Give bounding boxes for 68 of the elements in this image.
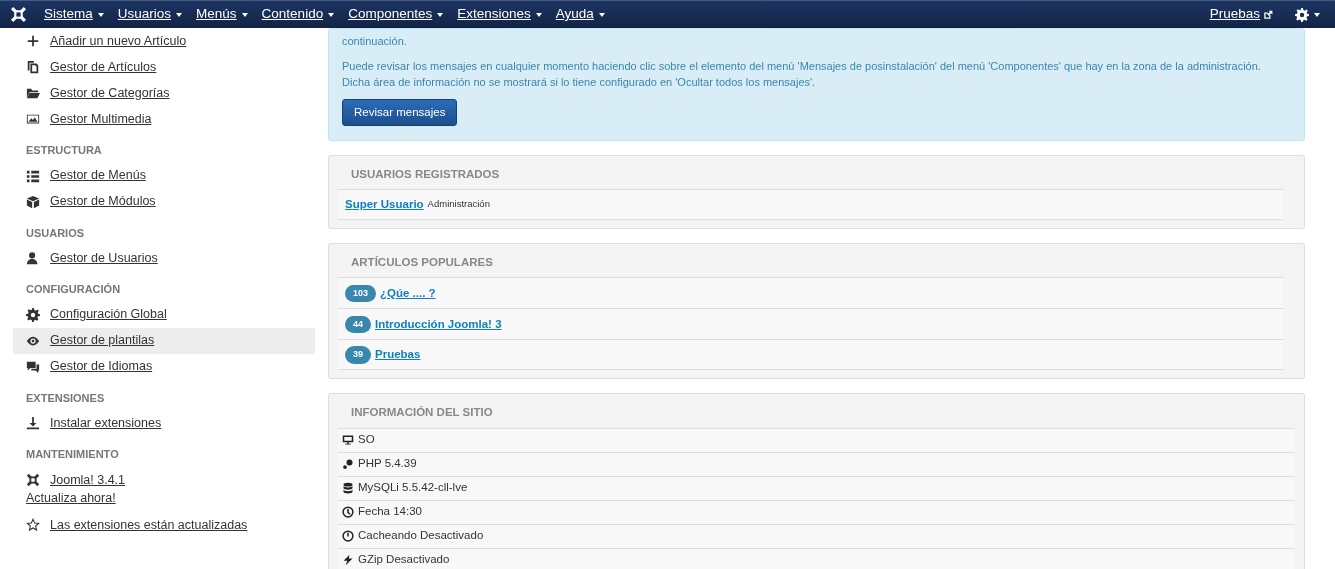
panel-title: ARTÍCULOS POPULARES (350, 255, 494, 270)
user-link[interactable]: Super Usuario (345, 195, 424, 214)
sidebar-item-label: Joomla! 3.4.1 (50, 471, 126, 489)
plus-icon (26, 34, 40, 48)
info-text: Cacheando Desactivado (358, 528, 484, 544)
copy-icon (26, 60, 40, 74)
review-messages-button[interactable]: Revisar mensajes (342, 98, 458, 126)
menu-item[interactable]: Extensiones (450, 4, 549, 25)
image-icon (26, 112, 40, 126)
joomla-logo-icon (26, 472, 40, 487)
download-icon (26, 416, 40, 430)
gauge-icon (342, 530, 354, 542)
sidebar-item[interactable]: Gestor de plantilas (13, 327, 315, 354)
section-heading: CONFIGURACIÓN (25, 282, 122, 297)
info-text: MySQLi 5.5.42-cll-lve (358, 480, 468, 496)
info-text: Fecha 14:30 (358, 504, 422, 520)
menu-item[interactable]: Contenido (254, 4, 342, 25)
message-text: Puede revisar los mensajes en cualquier momento haciendo clic sobre el elemento del menú 'Mensajes de posinstalación' del menú 'Componentes' que hay en la zona de la administración. Dicha área de información no se mostrará si lo tiene configurado en 'Ocultar todos los mensajes'. (342, 58, 1262, 90)
user-role: Administración (427, 197, 490, 212)
sidebar-item[interactable]: Instalar extensiones (13, 410, 315, 436)
list-icon (26, 168, 40, 183)
sidebar-item[interactable]: Gestor de Categorías (13, 80, 315, 106)
settings-icon (26, 307, 40, 322)
star-icon (26, 518, 40, 532)
sidebar-item[interactable]: Joomla! 3.4.1 Actualiza ahora! (13, 466, 315, 512)
joomla-logo-icon[interactable] (10, 6, 27, 23)
sidebar-item[interactable]: Configuración Global (13, 301, 315, 328)
clock-icon (342, 506, 354, 518)
section-heading: USUARIOS (25, 225, 86, 241)
sidebar-item[interactable]: Gestor de Idiomas (13, 353, 315, 380)
article-link[interactable]: Pruebas (375, 346, 421, 364)
hits-count: 103 (345, 284, 377, 302)
sidebar-item[interactable]: Gestor de Menús (13, 162, 315, 189)
update-link[interactable]: Actualiza ahora! (26, 489, 302, 508)
info-text: PHP 5.4.39 (358, 456, 417, 472)
menu-item[interactable]: Menús (189, 4, 255, 25)
settings-icon (1295, 7, 1309, 22)
panel-title: INFORMACIÓN DEL SITIO (350, 405, 494, 421)
article-link[interactable]: ¿Qúe .... ? (380, 284, 436, 302)
section-heading: MANTENIMIENTO (25, 447, 120, 462)
hits-count: 39 (345, 346, 371, 364)
folder-icon (26, 86, 40, 100)
info-text: GZip Desactivado (358, 551, 450, 567)
lightning-icon (342, 553, 354, 566)
sidebar-item[interactable]: Las extensiones están actualizadas (13, 512, 315, 538)
section-heading: EXTENSIONES (25, 390, 106, 406)
panel-title: USUARIOS REGISTRADOS (350, 166, 501, 182)
sidebar-item[interactable]: Gestor Multimedia (13, 106, 315, 132)
article-link[interactable]: Introducción Joomla! 3 (375, 315, 502, 333)
sidebar-item[interactable]: Gestor de Usuarios (13, 245, 315, 271)
sidebar-item[interactable]: Gestor de Artículos (13, 54, 315, 80)
hits-count: 44 (345, 315, 371, 333)
message-text: continuación. (342, 34, 408, 49)
user-icon (26, 251, 40, 265)
info-text: SO (358, 432, 375, 448)
menu-item[interactable]: Sistema (37, 4, 111, 25)
chat-icon (26, 359, 40, 374)
site-link[interactable]: Pruebas (1202, 4, 1280, 25)
monitor-icon (342, 434, 354, 446)
cube-icon (26, 194, 40, 209)
menu-item[interactable]: Componentes (341, 4, 451, 25)
section-heading: ESTRUCTURA (25, 143, 103, 158)
menu-item[interactable]: Usuarios (110, 4, 190, 25)
menu-item[interactable]: Ayuda (548, 4, 612, 25)
sidebar-item[interactable]: Añadir un nuevo Artículo (13, 28, 315, 54)
database-icon (342, 482, 354, 494)
external-link-icon (1263, 9, 1273, 20)
sidebar-item[interactable]: Gestor de Módulos (13, 188, 315, 215)
